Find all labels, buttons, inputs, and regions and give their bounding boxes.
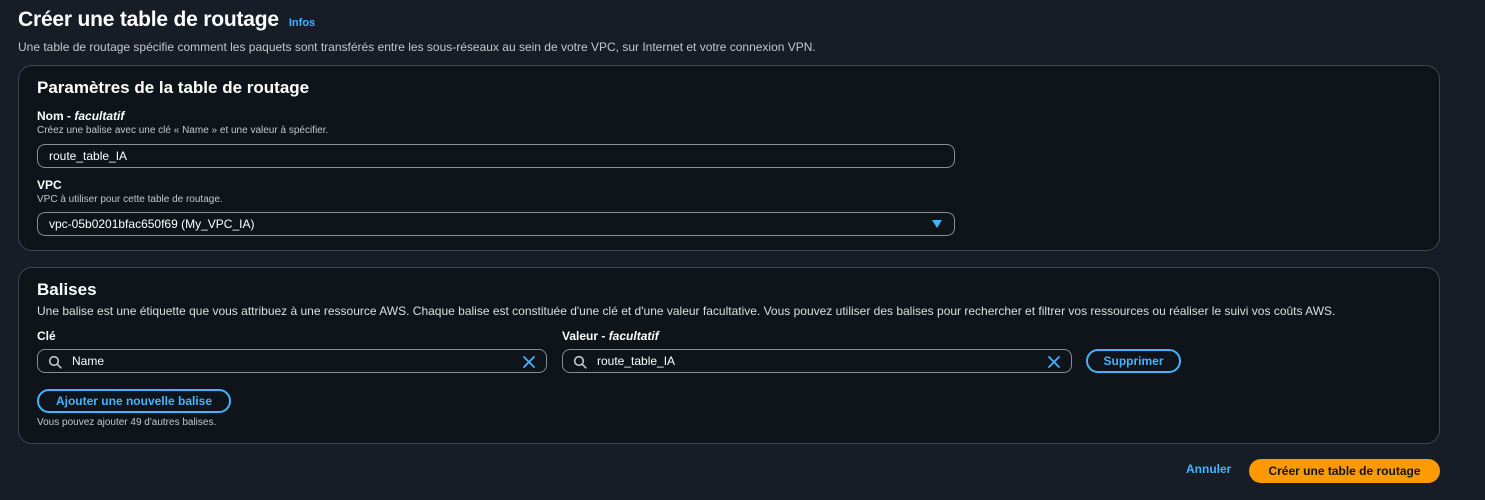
- tag-key-value: Name: [72, 354, 105, 368]
- create-route-table-button[interactable]: Créer une table de routage: [1249, 459, 1440, 483]
- add-tag-button[interactable]: Ajouter une nouvelle balise: [37, 389, 231, 413]
- remaining-tags-hint: Vous pouvez ajouter 49 d'autres balises.: [37, 417, 217, 428]
- page-title: Créer une table de routage: [18, 8, 279, 31]
- settings-panel-title: Paramètres de la table de routage: [37, 78, 310, 97]
- tag-key-input[interactable]: Name: [37, 349, 547, 373]
- name-optional-text: facultatif: [74, 109, 125, 123]
- tag-value-label-text: Valeur -: [562, 329, 609, 343]
- page-description: Une table de routage spécifie comment le…: [18, 40, 816, 54]
- tag-key-label: Clé: [37, 329, 56, 343]
- tag-value-input[interactable]: route_table_IA: [562, 349, 1072, 373]
- tag-value-label: Valeur - facultatif: [562, 329, 659, 343]
- tags-description: Une balise est une étiquette que vous at…: [37, 304, 1336, 318]
- title-row: Créer une table de routage Infos: [18, 8, 816, 32]
- vpc-field-label: VPC: [37, 178, 62, 192]
- remove-tag-button[interactable]: Supprimer: [1086, 349, 1181, 373]
- name-input[interactable]: route_table_IA: [37, 144, 955, 168]
- search-icon: [48, 355, 62, 369]
- vpc-select-value: vpc-05b0201bfac650f69 (My_VPC_IA): [49, 217, 255, 231]
- tags-panel-title: Balises: [37, 280, 97, 299]
- cancel-button[interactable]: Annuler: [1186, 462, 1231, 476]
- name-input-value: route_table_IA: [49, 149, 128, 163]
- route-table-settings-panel: Paramètres de la table de routage Nom - …: [18, 65, 1440, 251]
- name-label-text: Nom -: [37, 109, 75, 123]
- tag-value-optional-text: facultatif: [608, 329, 659, 343]
- name-field-hint: Créez une balise avec une clé « Name » e…: [37, 125, 329, 136]
- create-route-table-page: Créer une table de routage Infos Une tab…: [0, 0, 1485, 500]
- tags-panel: Balises Une balise est une étiquette que…: [18, 267, 1440, 444]
- caret-down-icon: [932, 220, 942, 228]
- tag-value-value: route_table_IA: [597, 354, 676, 368]
- page-header: Créer une table de routage Infos Une tab…: [18, 8, 816, 54]
- clear-icon[interactable]: [522, 355, 536, 369]
- info-link[interactable]: Infos: [289, 17, 315, 29]
- search-icon: [573, 355, 587, 369]
- vpc-field-hint: VPC à utiliser pour cette table de routa…: [37, 194, 223, 205]
- clear-icon[interactable]: [1047, 355, 1061, 369]
- vpc-select[interactable]: vpc-05b0201bfac650f69 (My_VPC_IA): [37, 212, 955, 236]
- name-field-label: Nom - facultatif: [37, 109, 124, 123]
